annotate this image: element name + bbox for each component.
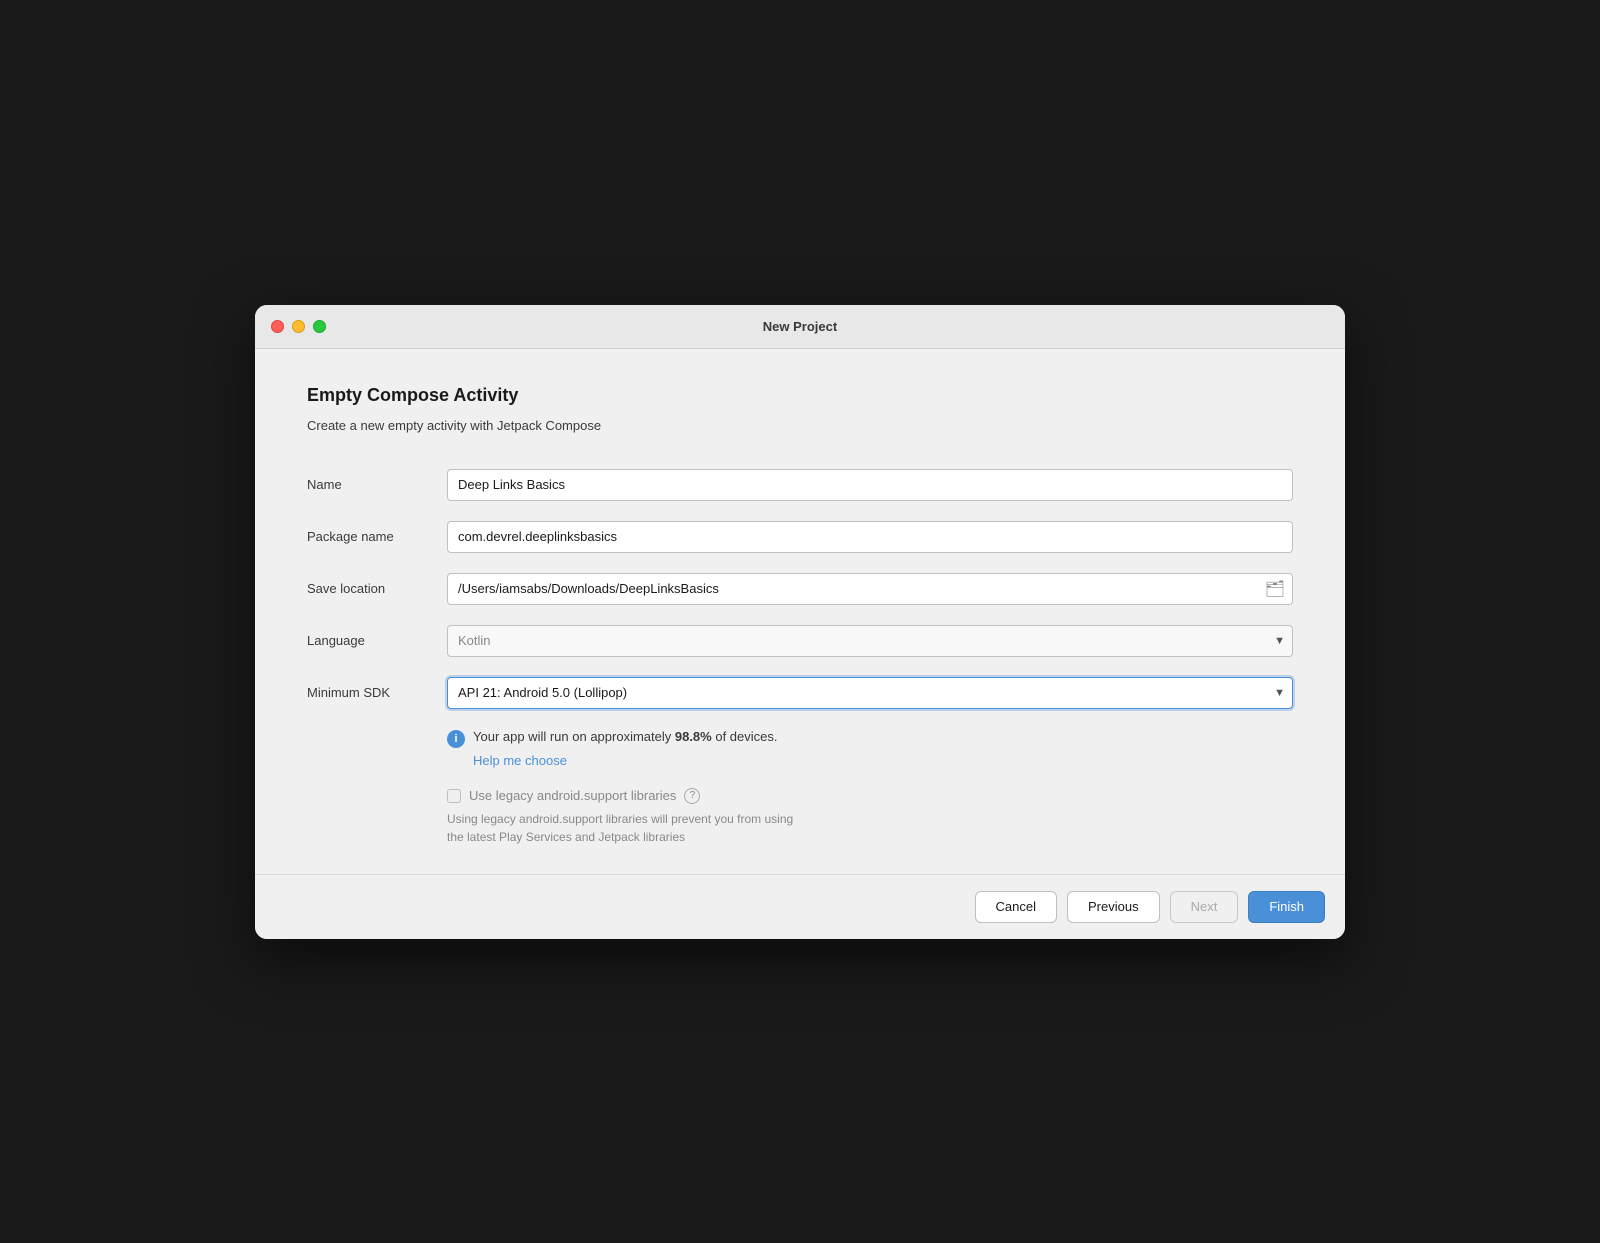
- legacy-row: Use legacy android.support libraries ?: [447, 788, 1293, 804]
- minsdk-select-wrapper: API 21: Android 5.0 (Lollipop) API 22: A…: [447, 677, 1293, 709]
- minsdk-row: Minimum SDK API 21: Android 5.0 (Lollipo…: [307, 677, 1293, 709]
- finish-button[interactable]: Finish: [1248, 891, 1325, 923]
- form-section: Name Package name Save location 🗂 Langua…: [307, 469, 1293, 846]
- language-row: Language Kotlin Java ▼: [307, 625, 1293, 657]
- info-section: i Your app will run on approximately 98.…: [447, 729, 1293, 770]
- info-percentage: 98.8%: [675, 729, 712, 744]
- language-select[interactable]: Kotlin Java: [447, 625, 1293, 657]
- cancel-button[interactable]: Cancel: [975, 891, 1057, 923]
- name-label: Name: [307, 477, 447, 492]
- dialog-content: Empty Compose Activity Create a new empt…: [255, 349, 1345, 874]
- activity-title: Empty Compose Activity: [307, 385, 1293, 406]
- save-location-input[interactable]: [447, 573, 1293, 605]
- next-button: Next: [1170, 891, 1239, 923]
- package-row: Package name: [307, 521, 1293, 553]
- folder-icon[interactable]: 🗂: [1265, 579, 1285, 599]
- info-text-before: Your app will run on approximately: [473, 729, 675, 744]
- info-icon: i: [447, 730, 465, 748]
- name-row: Name: [307, 469, 1293, 501]
- save-location-field: 🗂: [447, 573, 1293, 605]
- dialog-footer: Cancel Previous Next Finish: [255, 874, 1345, 939]
- name-input[interactable]: [447, 469, 1293, 501]
- minimize-button[interactable]: [292, 320, 305, 333]
- new-project-window: New Project Empty Compose Activity Creat…: [255, 305, 1345, 939]
- minsdk-label: Minimum SDK: [307, 685, 447, 700]
- title-bar: New Project: [255, 305, 1345, 349]
- save-location-label: Save location: [307, 581, 447, 596]
- language-select-wrapper: Kotlin Java ▼: [447, 625, 1293, 657]
- close-button[interactable]: [271, 320, 284, 333]
- maximize-button[interactable]: [313, 320, 326, 333]
- legacy-description: Using legacy android.support libraries w…: [447, 810, 1293, 846]
- minsdk-select[interactable]: API 21: Android 5.0 (Lollipop) API 22: A…: [447, 677, 1293, 709]
- info-text: Your app will run on approximately 98.8%…: [473, 729, 778, 744]
- help-me-choose-link[interactable]: Help me choose: [473, 753, 567, 768]
- window-title: New Project: [763, 319, 837, 334]
- traffic-lights: [271, 320, 326, 333]
- package-input[interactable]: [447, 521, 1293, 553]
- package-label: Package name: [307, 529, 447, 544]
- language-label: Language: [307, 633, 447, 648]
- save-location-row: Save location 🗂: [307, 573, 1293, 605]
- previous-button[interactable]: Previous: [1067, 891, 1160, 923]
- activity-subtitle: Create a new empty activity with Jetpack…: [307, 418, 1293, 433]
- legacy-description-line2: the latest Play Services and Jetpack lib…: [447, 828, 1293, 846]
- info-row: i Your app will run on approximately 98.…: [447, 729, 1293, 748]
- legacy-description-line1: Using legacy android.support libraries w…: [447, 810, 1293, 828]
- info-text-after: of devices.: [712, 729, 778, 744]
- legacy-label: Use legacy android.support libraries: [469, 788, 676, 803]
- legacy-help-icon[interactable]: ?: [684, 788, 700, 804]
- legacy-checkbox[interactable]: [447, 789, 461, 803]
